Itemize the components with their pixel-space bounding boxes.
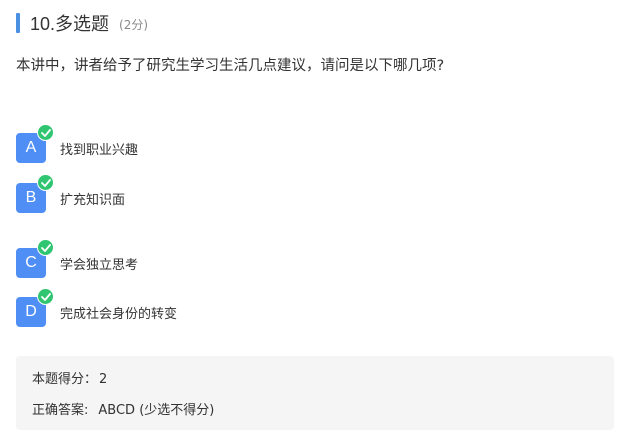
option-letter: A bbox=[25, 139, 37, 156]
checkmark-icon bbox=[37, 124, 54, 141]
option-text: 找到职业兴趣 bbox=[60, 142, 139, 158]
title-accent-bar bbox=[16, 13, 20, 33]
option-text: 扩充知识面 bbox=[60, 192, 126, 208]
option-text: 学会独立思考 bbox=[60, 257, 139, 273]
option-letter: C bbox=[25, 254, 37, 271]
option-letter-badge: D bbox=[16, 288, 54, 327]
correct-answer-label: 正确答案: bbox=[32, 403, 89, 418]
option-letter-badge: A bbox=[16, 124, 54, 163]
option-c[interactable]: C 学会独立思考 bbox=[16, 239, 139, 279]
option-letter: B bbox=[25, 189, 37, 206]
option-letter-badge: B bbox=[16, 174, 54, 213]
question-title: 10.多选题 bbox=[30, 14, 110, 34]
checkmark-icon bbox=[37, 174, 54, 191]
option-a[interactable]: A 找到职业兴趣 bbox=[16, 124, 139, 164]
option-letter: D bbox=[25, 303, 37, 320]
score-row: 本题得分： 2 bbox=[32, 368, 107, 387]
correct-answer-row: 正确答案: ABCD (少选不得分) bbox=[32, 399, 214, 418]
correct-answer-value: ABCD (少选不得分) bbox=[98, 403, 215, 418]
question-header: 10.多选题 (2分) bbox=[16, 12, 148, 34]
question-stem: 本讲中，讲者给予了研究生学习生活几点建议，请问是以下哪几项? bbox=[16, 58, 445, 74]
answer-panel: 本题得分： 2 正确答案: ABCD (少选不得分) bbox=[16, 356, 614, 430]
option-b[interactable]: B 扩充知识面 bbox=[16, 174, 126, 214]
option-letter-badge: C bbox=[16, 239, 54, 278]
option-text: 完成社会身份的转变 bbox=[60, 306, 178, 322]
checkmark-icon bbox=[37, 288, 54, 305]
option-d[interactable]: D 完成社会身份的转变 bbox=[16, 288, 178, 328]
checkmark-icon bbox=[37, 239, 54, 256]
score-value: 2 bbox=[99, 372, 108, 387]
question-score: (2分) bbox=[119, 18, 149, 32]
score-label: 本题得分： bbox=[32, 372, 98, 387]
